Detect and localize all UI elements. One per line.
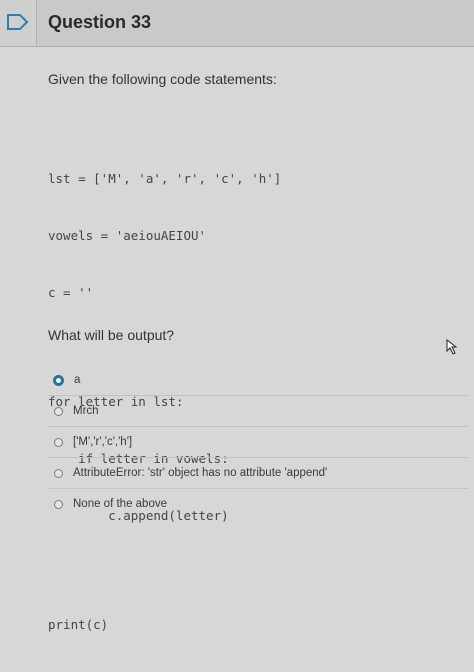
answer-option-a[interactable]: a bbox=[48, 365, 468, 396]
answer-option-mrch[interactable]: Mrch bbox=[48, 396, 468, 427]
answer-options: a Mrch ['M','r','c','h'] AttributeError:… bbox=[48, 365, 468, 519]
question-text: What will be output? bbox=[48, 327, 175, 343]
question-body: Given the following code statements: lst… bbox=[0, 47, 474, 632]
question-header: Question 33 bbox=[0, 0, 474, 47]
flag-question-button[interactable] bbox=[0, 0, 37, 46]
answer-option-none[interactable]: None of the above bbox=[48, 489, 468, 519]
flag-outline-icon bbox=[7, 14, 29, 30]
mouse-cursor-icon bbox=[446, 339, 458, 355]
radio-button[interactable] bbox=[54, 499, 63, 509]
answer-option-attribute-error[interactable]: AttributeError: 'str' object has no attr… bbox=[48, 458, 468, 489]
option-label: ['M','r','c','h'] bbox=[73, 436, 133, 448]
radio-button[interactable] bbox=[54, 437, 63, 447]
radio-button[interactable] bbox=[54, 406, 63, 416]
code-line: vowels = 'aeiouAEIOU' bbox=[48, 228, 207, 243]
option-label: a bbox=[74, 374, 81, 386]
question-title: Question 33 bbox=[48, 12, 152, 32]
code-line: print(c) bbox=[48, 617, 109, 632]
option-label: None of the above bbox=[73, 498, 167, 510]
option-label: Mrch bbox=[73, 405, 99, 417]
option-label: AttributeError: 'str' object has no attr… bbox=[73, 467, 328, 479]
answer-option-list[interactable]: ['M','r','c','h'] bbox=[48, 427, 468, 458]
code-line: lst = ['M', 'a', 'r', 'c', 'h'] bbox=[48, 171, 282, 186]
question-prompt: Given the following code statements: bbox=[48, 71, 277, 87]
radio-button[interactable] bbox=[54, 468, 63, 478]
code-line: c = '' bbox=[48, 285, 94, 300]
radio-button[interactable] bbox=[53, 374, 64, 386]
